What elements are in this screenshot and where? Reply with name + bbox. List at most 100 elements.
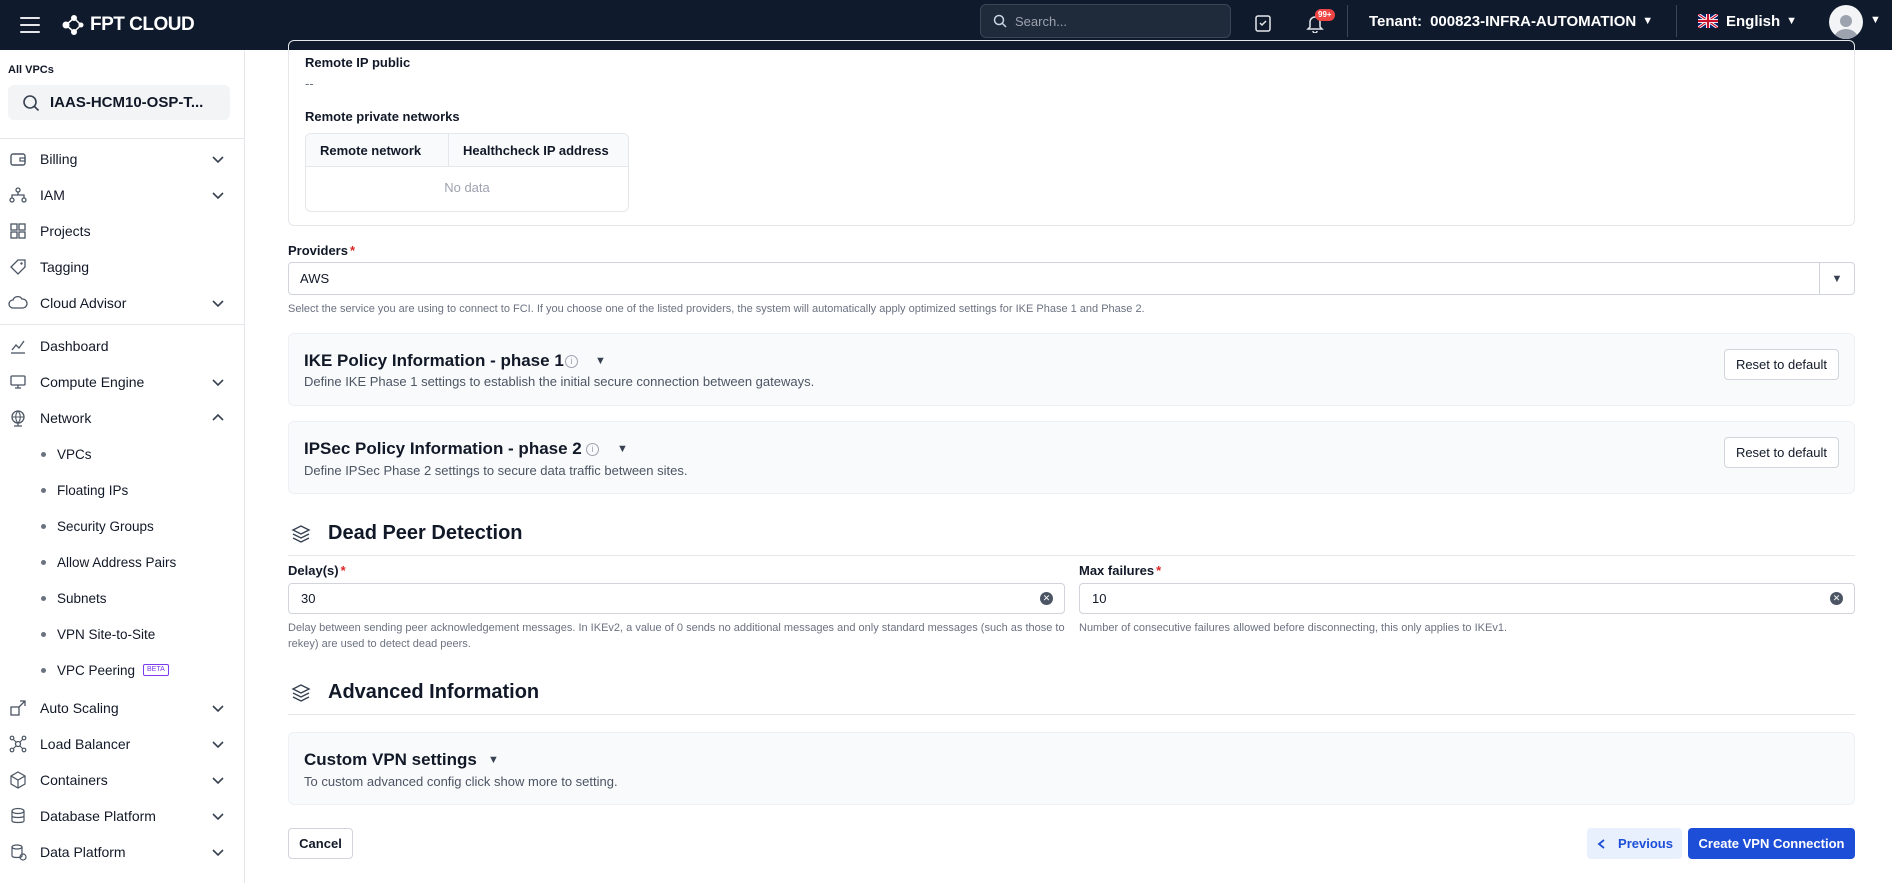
clear-icon[interactable]: ✕ bbox=[1040, 592, 1053, 605]
sidebar-subitem-label: Floating IPs bbox=[57, 482, 129, 498]
sidebar-subitem-label: VPN Site-to-Site bbox=[57, 626, 156, 642]
sidebar-subitem-vpc-peering[interactable]: VPC Peering BETA bbox=[0, 655, 244, 685]
user-icon bbox=[1834, 15, 1858, 39]
max-failures-input[interactable]: 10 ✕ bbox=[1079, 583, 1855, 614]
caret-down-icon[interactable]: ▼ bbox=[1819, 263, 1854, 294]
clear-icon[interactable]: ✕ bbox=[1830, 592, 1843, 605]
delay-input[interactable]: 30 ✕ bbox=[288, 583, 1065, 614]
language-label: English bbox=[1726, 12, 1781, 30]
bullet bbox=[41, 667, 46, 673]
sidebar-item-network[interactable]: Network bbox=[0, 403, 244, 433]
brand-logo[interactable]: FPT CLOUD bbox=[60, 14, 195, 36]
avatar[interactable] bbox=[1829, 5, 1863, 39]
caret-down-icon[interactable]: ▼ bbox=[1870, 14, 1881, 26]
remote-private-networks-label: Remote private networks bbox=[305, 109, 460, 124]
sidebar-item-cloud-advisor[interactable]: Cloud Advisor bbox=[0, 288, 244, 318]
chevron-down-icon bbox=[212, 705, 224, 713]
column-header: Healthcheck IP address bbox=[463, 143, 609, 158]
all-vpcs-label: All VPCs bbox=[8, 64, 54, 76]
sidebar-item-label: Network bbox=[40, 410, 92, 426]
sidebar-item-label: Billing bbox=[40, 151, 78, 167]
chevron-down-icon bbox=[212, 379, 224, 387]
menu-icon[interactable] bbox=[20, 17, 40, 33]
required-mark: * bbox=[1156, 563, 1162, 578]
sidebar-subitem-floating-ips[interactable]: Floating IPs bbox=[0, 475, 244, 505]
layers-icon bbox=[291, 684, 311, 702]
sidebar-item-load-balancer[interactable]: Load Balancer bbox=[0, 729, 244, 759]
required-mark: * bbox=[340, 563, 346, 578]
topbar-divider bbox=[1347, 5, 1348, 37]
sidebar-item-projects[interactable]: Projects bbox=[0, 216, 244, 246]
cloud-icon bbox=[8, 293, 28, 313]
max-failures-hint: Number of consecutive failures allowed b… bbox=[1079, 622, 1508, 634]
database-icon bbox=[8, 806, 28, 826]
clipboard-icon[interactable] bbox=[1251, 11, 1275, 35]
bullet bbox=[41, 559, 46, 565]
table-header: Remote network Healthcheck IP address bbox=[306, 134, 628, 167]
expand-caret-icon[interactable]: ▼ bbox=[595, 355, 606, 367]
bullet bbox=[41, 595, 46, 601]
sidebar-item-compute-engine[interactable]: Compute Engine bbox=[0, 367, 244, 397]
info-icon[interactable]: i bbox=[565, 355, 578, 368]
custom-vpn-panel: Custom VPN settings ▼ To custom advanced… bbox=[288, 732, 1855, 805]
providers-value: AWS bbox=[300, 271, 330, 286]
sidebar-subitem-vpn-site-to-site[interactable]: VPN Site-to-Site bbox=[0, 619, 244, 649]
sidebar-item-iam[interactable]: IAM bbox=[0, 180, 244, 210]
sidebar-item-label: Database Platform bbox=[40, 808, 156, 824]
create-vpn-button[interactable]: Create VPN Connection bbox=[1688, 828, 1855, 859]
chevron-down-icon bbox=[212, 813, 224, 821]
ipsec-policy-title: IPSec Policy Information - phase 2 bbox=[304, 439, 582, 458]
sidebar-item-database-platform[interactable]: Database Platform bbox=[0, 801, 244, 831]
chevron-up-icon bbox=[212, 413, 224, 421]
sidebar-subitem-label: VPCs bbox=[57, 446, 92, 462]
layers-icon bbox=[291, 525, 311, 543]
box-icon bbox=[8, 770, 28, 790]
ike-reset-button[interactable]: Reset to default bbox=[1723, 349, 1839, 380]
sidebar-subitem-label: Allow Address Pairs bbox=[57, 554, 177, 570]
bullet bbox=[41, 631, 46, 637]
bell-icon[interactable]: 99+ bbox=[1303, 9, 1335, 35]
search-box[interactable] bbox=[980, 4, 1231, 38]
topbar-divider bbox=[1676, 5, 1677, 37]
sidebar-item-label: Dashboard bbox=[40, 338, 109, 354]
info-icon[interactable]: i bbox=[586, 443, 599, 456]
providers-label-text: Providers bbox=[288, 243, 348, 258]
language-selector[interactable]: English ▼ bbox=[1698, 0, 1797, 42]
dpd-title: Dead Peer Detection bbox=[328, 522, 523, 544]
search-icon bbox=[993, 14, 1007, 28]
search-input[interactable] bbox=[1015, 13, 1215, 29]
sidebar-item-label: Compute Engine bbox=[40, 374, 145, 390]
bullet bbox=[41, 487, 46, 493]
grid-icon bbox=[8, 221, 28, 241]
sidebar-item-label: Containers bbox=[40, 772, 108, 788]
sidebar-item-billing[interactable]: Billing bbox=[0, 144, 244, 174]
vpc-selector[interactable]: IAAS-HCM10-OSP-T... bbox=[8, 85, 230, 120]
providers-label: Providers * bbox=[288, 243, 355, 258]
expand-caret-icon[interactable]: ▼ bbox=[617, 443, 628, 455]
sidebar-item-label: Auto Scaling bbox=[40, 700, 119, 716]
cancel-button[interactable]: Cancel bbox=[288, 828, 353, 859]
ike-policy-desc: Define IKE Phase 1 settings to establish… bbox=[304, 374, 815, 389]
scaling-icon bbox=[8, 698, 28, 718]
sidebar-item-dashboard[interactable]: Dashboard bbox=[0, 331, 244, 361]
tenant-selector[interactable]: Tenant: 000823-INFRA-AUTOMATION ▼ bbox=[1369, 0, 1653, 42]
brand-logo-icon bbox=[62, 15, 84, 35]
bullet bbox=[41, 523, 46, 529]
sidebar-subitem-subnets[interactable]: Subnets bbox=[0, 583, 244, 613]
sidebar-subitem-allow-address-pairs[interactable]: Allow Address Pairs bbox=[0, 547, 244, 577]
advanced-section-header: Advanced Information bbox=[288, 677, 1855, 715]
sidebar-item-auto-scaling[interactable]: Auto Scaling bbox=[0, 693, 244, 723]
previous-button[interactable]: Previous bbox=[1587, 828, 1682, 859]
sidebar-item-data-platform[interactable]: Data Platform bbox=[0, 837, 244, 867]
vpc-selected: IAAS-HCM10-OSP-T... bbox=[50, 94, 204, 111]
sidebar-item-tagging[interactable]: Tagging bbox=[0, 252, 244, 282]
expand-caret-icon[interactable]: ▼ bbox=[488, 754, 499, 766]
providers-select[interactable]: AWS ▼ bbox=[288, 262, 1855, 295]
sidebar-item-containers[interactable]: Containers bbox=[0, 765, 244, 795]
chevron-down-icon bbox=[212, 777, 224, 785]
sidebar-subitem-security-groups[interactable]: Security Groups bbox=[0, 511, 244, 541]
max-failures-label: Max failures * bbox=[1079, 563, 1161, 578]
ipsec-policy-panel: IPSec Policy Information - phase 2 i ▼ D… bbox=[288, 421, 1855, 494]
ipsec-reset-button[interactable]: Reset to default bbox=[1723, 437, 1839, 468]
sidebar-subitem-vpcs[interactable]: VPCs bbox=[0, 439, 244, 469]
